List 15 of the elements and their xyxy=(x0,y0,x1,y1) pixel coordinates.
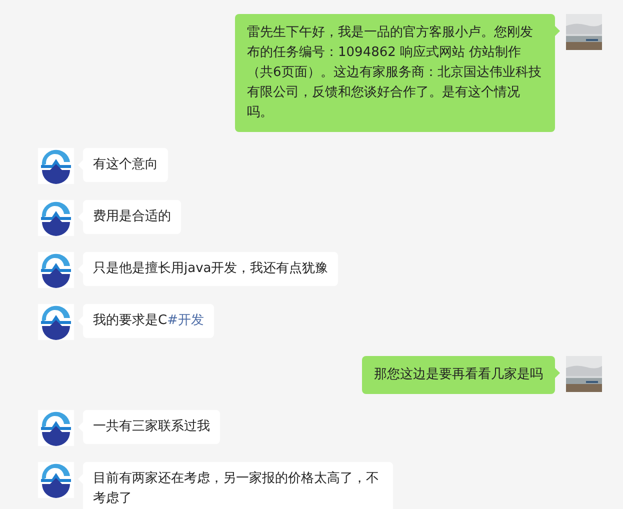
message-bubble: 目前有两家还在考虑，另一家报的价格太高了，不考虑了 xyxy=(83,462,393,509)
message-bubble: 费用是合适的 xyxy=(83,200,181,234)
message-bubble: 我的要求是C#开发 xyxy=(83,304,214,338)
logo-avatar xyxy=(38,148,74,184)
logo-avatar xyxy=(38,462,74,498)
message-bubble: 一共有三家联系过我 xyxy=(83,410,220,444)
message-bubble: 只是他是擅长用java开发，我还有点犹豫 xyxy=(83,252,338,286)
message-bubble: 雷先生下午好，我是一品的官方客服小卢。您刚发布的任务编号：1094862 响应式网站 仿站制作（共6页面）。这边有家服务商：北京国达伟业科技有限公司，反馈和您谈好合作了。是有这个情况吗。 xyxy=(235,14,555,132)
message-bubble: 那您这边是要再看看几家是吗 xyxy=(362,356,555,394)
logo-avatar xyxy=(38,410,74,446)
logo-avatar xyxy=(38,304,74,340)
message-bubble: 有这个意向 xyxy=(83,148,168,182)
logo-avatar xyxy=(38,200,74,236)
logo-avatar xyxy=(38,252,74,288)
hashtag-link[interactable]: #开发 xyxy=(167,313,204,328)
